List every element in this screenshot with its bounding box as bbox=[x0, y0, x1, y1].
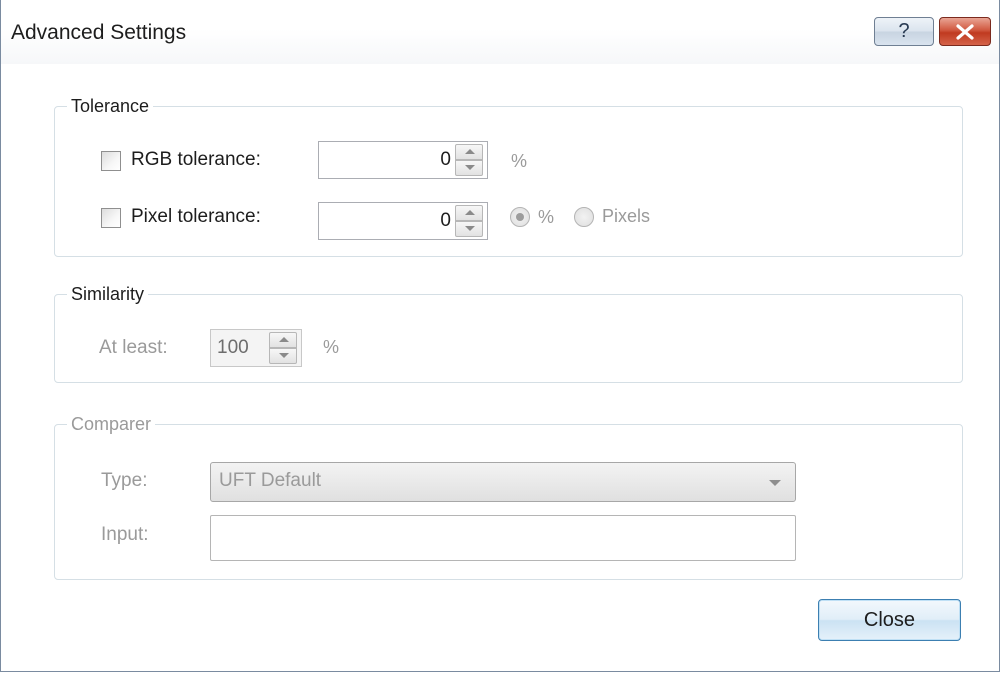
pixels-radio-label[interactable]: Pixels bbox=[602, 206, 650, 227]
chevron-down-icon bbox=[769, 480, 781, 486]
advanced-settings-dialog: Advanced Settings ? Tolerance RGB tolera… bbox=[0, 0, 1000, 672]
rgb-tolerance-checkbox[interactable] bbox=[101, 151, 121, 171]
pixels-radio[interactable] bbox=[574, 207, 594, 227]
close-button[interactable]: Close bbox=[818, 599, 961, 641]
tolerance-legend: Tolerance bbox=[67, 95, 154, 117]
close-x-icon bbox=[956, 24, 974, 40]
percent-radio-label[interactable]: % bbox=[538, 207, 554, 228]
comparer-input-field[interactable] bbox=[210, 515, 796, 561]
similarity-spinner[interactable]: 100 bbox=[210, 329, 302, 367]
rgb-tolerance-up-button[interactable] bbox=[455, 144, 483, 160]
pixel-tolerance-value[interactable]: 0 bbox=[440, 203, 451, 239]
dialog-title: Advanced Settings bbox=[11, 21, 187, 44]
rgb-tolerance-unit: % bbox=[511, 151, 528, 171]
tolerance-group: Tolerance bbox=[54, 95, 963, 257]
rgb-tolerance-value[interactable]: 0 bbox=[440, 142, 451, 178]
pixel-tolerance-label[interactable]: Pixel tolerance: bbox=[131, 206, 261, 228]
rgb-tolerance-spinner[interactable]: 0 bbox=[318, 141, 488, 179]
pixel-tolerance-checkbox[interactable] bbox=[101, 208, 121, 228]
pixel-tolerance-up-button[interactable] bbox=[455, 205, 483, 221]
similarity-down-button[interactable] bbox=[269, 348, 297, 364]
similarity-group: Similarity bbox=[54, 283, 963, 383]
type-label: Type: bbox=[101, 470, 148, 491]
at-least-label: At least: bbox=[99, 337, 168, 358]
comparer-legend: Comparer bbox=[67, 413, 156, 435]
pixel-tolerance-down-button[interactable] bbox=[455, 221, 483, 237]
pixel-tolerance-spinner[interactable]: 0 bbox=[318, 202, 488, 240]
comparer-type-value: UFT Default bbox=[219, 470, 322, 491]
rgb-tolerance-label[interactable]: RGB tolerance: bbox=[131, 149, 261, 171]
similarity-legend: Similarity bbox=[67, 283, 149, 305]
similarity-value[interactable]: 100 bbox=[217, 330, 249, 366]
percent-radio[interactable] bbox=[510, 207, 530, 227]
similarity-up-button[interactable] bbox=[269, 332, 297, 348]
help-button[interactable]: ? bbox=[874, 17, 934, 46]
input-label: Input: bbox=[101, 524, 149, 545]
title-bar[interactable]: Advanced Settings ? bbox=[1, 0, 999, 64]
comparer-type-select[interactable]: UFT Default bbox=[210, 462, 796, 502]
rgb-tolerance-down-button[interactable] bbox=[455, 160, 483, 176]
similarity-unit: % bbox=[323, 337, 340, 357]
close-window-button[interactable] bbox=[939, 17, 991, 46]
